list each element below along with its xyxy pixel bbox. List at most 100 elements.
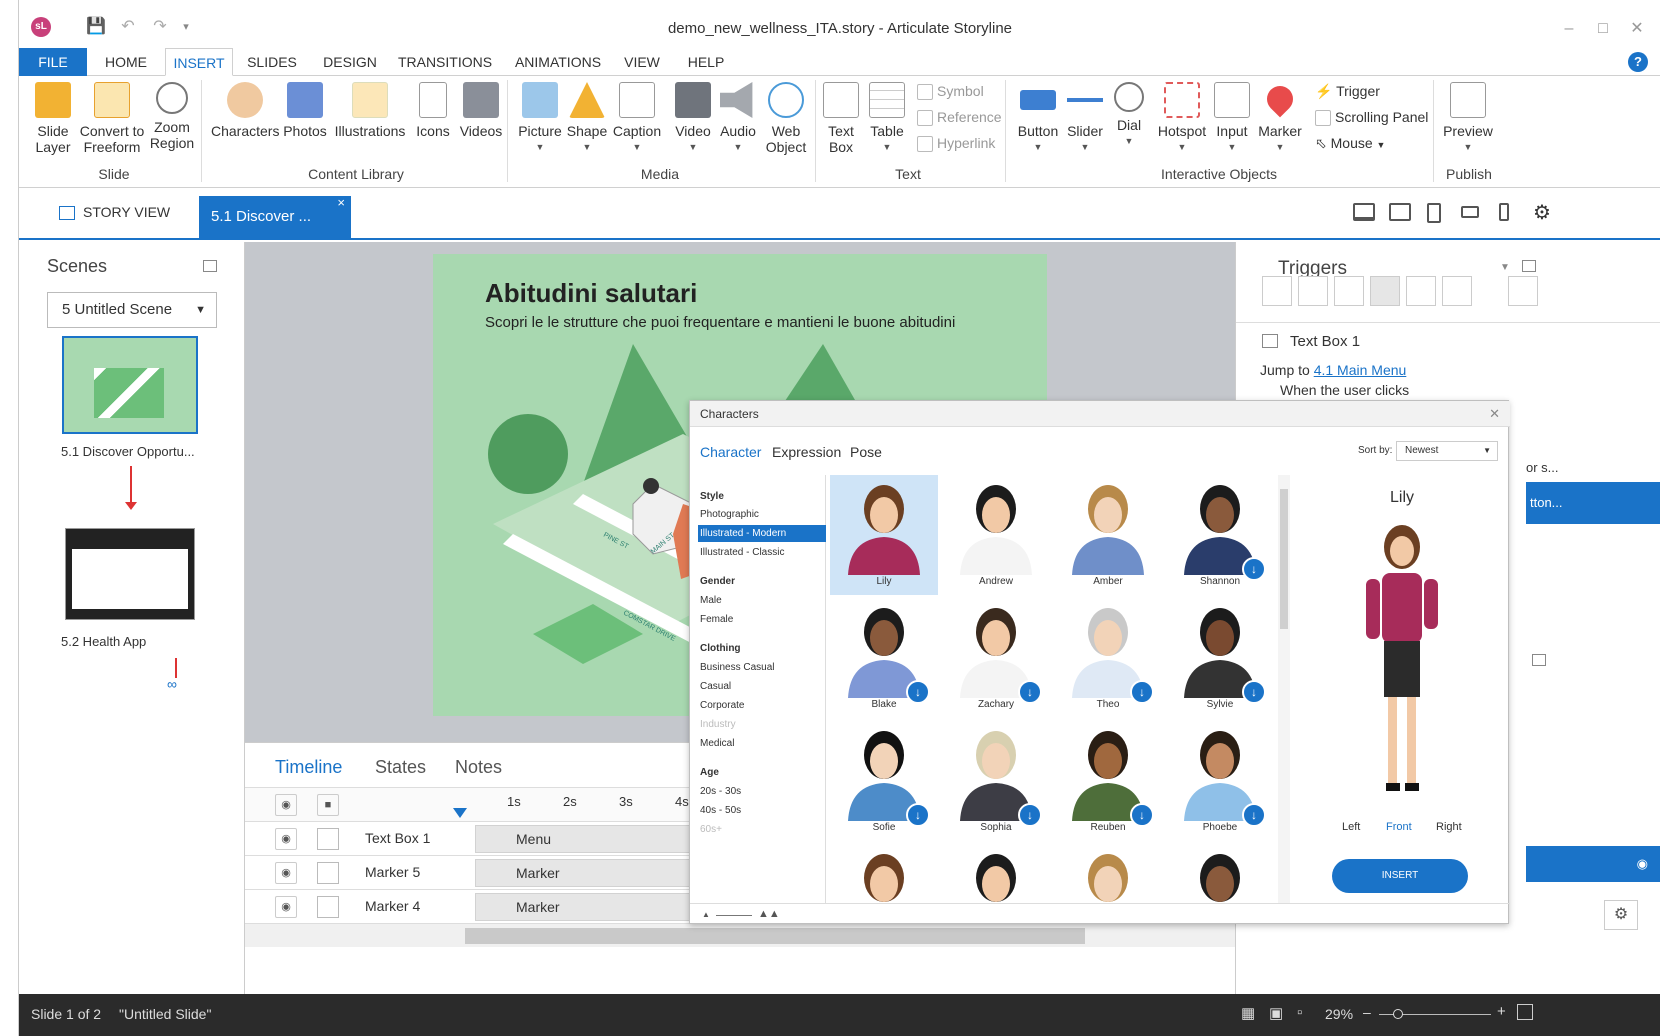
character-card[interactable]: Lily xyxy=(830,475,938,595)
horizontal-scrollbar[interactable] xyxy=(465,928,1085,944)
trigger-link[interactable]: 4.1 Main Menu xyxy=(1314,362,1407,378)
download-icon[interactable]: ↓ xyxy=(1242,557,1266,581)
character-card[interactable]: Amber xyxy=(1054,475,1162,595)
characters-button[interactable]: Characters xyxy=(211,82,279,139)
eye-icon[interactable]: ◉ xyxy=(275,828,297,850)
eye-toggle-button[interactable]: ◉ xyxy=(1526,846,1660,882)
help-icon[interactable]: ? xyxy=(1628,52,1648,72)
icons-button[interactable]: Icons xyxy=(413,82,453,139)
zoom-in-icon[interactable]: + xyxy=(1497,1003,1506,1020)
lock-checkbox[interactable] xyxy=(317,828,339,850)
desktop-preview-icon[interactable] xyxy=(1353,203,1375,221)
character-card[interactable] xyxy=(1166,844,1274,903)
lock-icon[interactable]: ■ xyxy=(317,794,339,816)
character-card[interactable]: Andrew xyxy=(942,475,1050,595)
filter-option[interactable]: Business Casual xyxy=(700,662,774,673)
video-button[interactable]: Video ▼ xyxy=(671,82,715,155)
move-up-icon[interactable] xyxy=(1442,276,1472,306)
paste-icon[interactable] xyxy=(1370,276,1400,306)
tab-transitions[interactable]: TRANSITIONS xyxy=(395,48,495,76)
marker-button[interactable]: Marker ▼ xyxy=(1255,80,1305,155)
character-card[interactable] xyxy=(942,844,1050,903)
thumbnail-size-slider[interactable] xyxy=(716,915,752,916)
undock-icon[interactable] xyxy=(1532,654,1546,666)
hotspot-button[interactable]: Hotspot ▼ xyxy=(1155,82,1209,155)
text-box-button[interactable]: Text Box xyxy=(821,82,861,155)
vertical-scrollbar[interactable] xyxy=(1278,475,1290,903)
caption-button[interactable]: Caption ▼ xyxy=(611,82,663,155)
close-tab-icon[interactable]: × xyxy=(337,182,345,224)
slider-button[interactable]: Slider ▼ xyxy=(1063,82,1107,155)
tab-animations[interactable]: ANIMATIONS xyxy=(505,48,611,76)
shape-button[interactable]: Shape ▼ xyxy=(565,82,609,155)
preview-button[interactable]: Preview ▼ xyxy=(1443,82,1493,155)
size-small-icon[interactable]: ▲ xyxy=(702,910,710,919)
download-icon[interactable]: ↓ xyxy=(1130,803,1154,827)
download-icon[interactable]: ↓ xyxy=(906,803,930,827)
new-trigger-icon[interactable] xyxy=(1262,276,1292,306)
scene-selector[interactable]: 5 Untitled Scene ▼ xyxy=(47,292,217,328)
story-view-tab[interactable]: STORY VIEW xyxy=(59,204,170,221)
maximize-icon[interactable]: □ xyxy=(1591,17,1615,41)
eye-icon[interactable]: ◉ xyxy=(275,794,297,816)
button-button[interactable]: Button ▼ xyxy=(1013,82,1063,155)
tab-view[interactable]: VIEW xyxy=(617,48,667,76)
web-object-button[interactable]: Web Object xyxy=(761,82,811,155)
lock-checkbox[interactable] xyxy=(317,862,339,884)
input-button[interactable]: Input ▼ xyxy=(1211,82,1253,155)
eye-icon[interactable]: ◉ xyxy=(275,862,297,884)
view-right[interactable]: Right xyxy=(1436,821,1462,833)
character-card[interactable]: Phoebe ↓ xyxy=(1166,721,1274,841)
scrollbar-thumb[interactable] xyxy=(1280,489,1288,629)
character-card[interactable]: Reuben ↓ xyxy=(1054,721,1162,841)
download-icon[interactable]: ↓ xyxy=(1018,803,1042,827)
photos-button[interactable]: Photos xyxy=(281,82,329,139)
tab-design[interactable]: DESIGN xyxy=(315,48,385,76)
illustrations-button[interactable]: Illustrations xyxy=(331,82,409,139)
download-icon[interactable]: ↓ xyxy=(1018,680,1042,704)
lock-checkbox[interactable] xyxy=(317,896,339,918)
info-marker-icon[interactable] xyxy=(643,478,659,494)
download-icon[interactable]: ↓ xyxy=(1130,680,1154,704)
grid-view-icon[interactable]: ▦ xyxy=(1241,1004,1255,1022)
copy-icon[interactable] xyxy=(1334,276,1364,306)
minimize-icon[interactable]: – xyxy=(1557,17,1581,41)
zoom-slider-handle[interactable] xyxy=(1393,1009,1403,1019)
tablet-portrait-icon[interactable] xyxy=(1427,203,1441,223)
symbol-button[interactable]: Symbol xyxy=(917,82,984,101)
undock-icon[interactable] xyxy=(1522,260,1536,272)
tab-expression[interactable]: Expression xyxy=(772,444,841,460)
gear-icon[interactable]: ⚙ xyxy=(1604,900,1638,930)
download-icon[interactable]: ↓ xyxy=(1242,803,1266,827)
tab-home[interactable]: HOME xyxy=(93,48,159,76)
trigger-button[interactable]: ⚡ Trigger xyxy=(1315,82,1380,100)
character-card[interactable] xyxy=(830,844,938,903)
audio-button[interactable]: Audio ▼ xyxy=(717,82,759,155)
size-large-icon[interactable]: ▲▲ xyxy=(758,908,780,920)
tab-notes[interactable]: Notes xyxy=(455,757,502,778)
playhead-icon[interactable] xyxy=(453,808,467,818)
edit-trigger-icon[interactable] xyxy=(1298,276,1328,306)
scrolling-panel-button[interactable]: Scrolling Panel xyxy=(1315,108,1428,127)
character-card[interactable]: Sofie ↓ xyxy=(830,721,938,841)
close-icon[interactable]: ✕ xyxy=(1489,401,1500,427)
videos-button[interactable]: Videos xyxy=(457,82,505,139)
filter-option[interactable]: Illustrated - Classic xyxy=(700,547,784,558)
slide-thumbnail-5-1[interactable] xyxy=(62,336,198,434)
chevron-down-icon[interactable]: ▼ xyxy=(1500,262,1510,273)
character-card[interactable]: Blake ↓ xyxy=(830,598,938,718)
filter-option[interactable]: Medical xyxy=(700,738,734,749)
phone-landscape-icon[interactable] xyxy=(1461,206,1479,218)
fit-to-window-icon[interactable] xyxy=(1517,1004,1533,1020)
filter-option-selected[interactable]: Illustrated - Modern xyxy=(698,525,826,542)
tab-timeline[interactable]: Timeline xyxy=(275,757,342,778)
character-card[interactable]: Sylvie ↓ xyxy=(1166,598,1274,718)
delete-icon[interactable] xyxy=(1406,276,1436,306)
mouse-button[interactable]: ⬁ Mouse ▼ xyxy=(1315,134,1385,154)
variables-icon[interactable] xyxy=(1508,276,1538,306)
filter-option[interactable]: Corporate xyxy=(700,700,744,711)
character-card[interactable]: Sophia ↓ xyxy=(942,721,1050,841)
undock-icon[interactable] xyxy=(203,260,217,272)
tab-pose[interactable]: Pose xyxy=(850,444,882,460)
tab-character[interactable]: Character xyxy=(700,444,761,460)
